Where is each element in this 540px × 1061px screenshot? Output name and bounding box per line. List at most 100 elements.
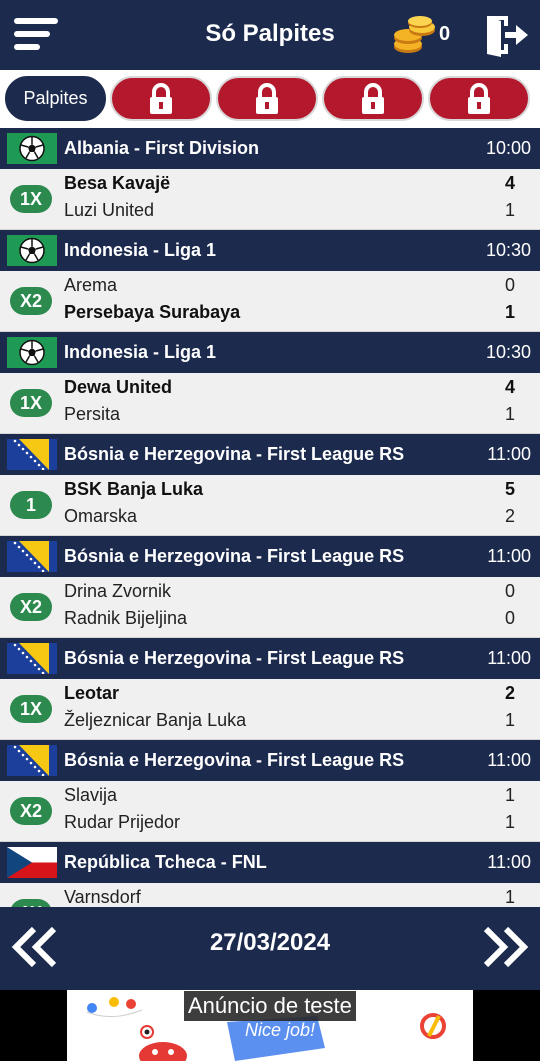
- match-time: 11:00: [487, 648, 531, 668]
- away-score: 1: [504, 302, 515, 322]
- home-score: 1: [504, 887, 515, 907]
- league-name: Indonesia - Liga 1: [64, 342, 217, 362]
- league-name: Indonesia - Liga 1: [64, 240, 217, 260]
- match-row[interactable]: X2 Slavija Rudar Prijedor 1 1: [0, 781, 540, 842]
- home-score: 4: [504, 377, 515, 397]
- home-score: 0: [504, 581, 515, 601]
- exit-door-icon[interactable]: [484, 13, 530, 57]
- bosnia-flag-icon: [7, 643, 57, 674]
- home-score: 5: [504, 479, 515, 499]
- league-name: Bósnia e Herzegovina - First League RS: [64, 648, 405, 668]
- home-score: 4: [504, 173, 515, 193]
- home-score: 1: [504, 785, 515, 805]
- away-team: Persebaya Surabaya: [64, 302, 241, 322]
- coin-stack-icon: [394, 16, 435, 53]
- away-score: 1: [504, 812, 515, 832]
- lock-icon: [362, 82, 384, 114]
- coin-count: 0: [439, 23, 451, 45]
- home-team: Varnsdorf: [64, 887, 141, 907]
- home-team: Drina Zvornik: [64, 581, 172, 601]
- prediction-badge: 1X: [10, 185, 52, 213]
- match-row[interactable]: 1X Dewa United Persita 4 1: [0, 373, 540, 434]
- away-team: Radnik Bijeljina: [64, 608, 188, 628]
- ad-test-label: Anúncio de teste: [184, 991, 356, 1021]
- soccer-ball-icon: [7, 133, 57, 164]
- home-score: 0: [504, 275, 515, 295]
- league-name: Bósnia e Herzegovina - First League RS: [64, 546, 405, 566]
- away-team: Rudar Prijedor: [64, 812, 181, 832]
- league-header: Bósnia e Herzegovina - First League RS 1…: [0, 740, 540, 781]
- tab-locked-2[interactable]: [216, 76, 318, 121]
- prediction-badge: X2: [10, 593, 52, 621]
- league-header: Bósnia e Herzegovina - First League RS 1…: [0, 638, 540, 679]
- league-name: Albania - First Division: [64, 138, 260, 158]
- app-title: Só Palpites: [205, 20, 335, 47]
- tab-palpites[interactable]: Palpites: [5, 76, 106, 121]
- league-header: República Tcheca - FNL 11:00: [0, 842, 540, 883]
- bosnia-flag-icon: [7, 439, 57, 470]
- home-team: Slavija: [64, 785, 118, 805]
- current-date: 27/03/2024: [209, 929, 331, 956]
- prediction-badge: 1: [10, 491, 52, 519]
- bosnia-flag-icon: [7, 541, 57, 572]
- match-time: 10:30: [485, 342, 531, 362]
- top-app-bar: Só Palpites 0: [0, 0, 540, 70]
- away-score: 1: [504, 710, 515, 730]
- away-score: 2: [504, 506, 515, 526]
- league-name: Bósnia e Herzegovina - First League RS: [64, 750, 405, 770]
- home-team: Dewa United: [64, 377, 173, 397]
- czech-flag-icon: [7, 847, 57, 878]
- away-team: Luzi United: [64, 200, 155, 220]
- prediction-badge: 1X: [10, 389, 52, 417]
- match-row[interactable]: X2 Arema Persebaya Surabaya 0 1: [0, 271, 540, 332]
- match-row[interactable]: 1X Varnsdorf 1: [0, 883, 540, 907]
- date-navigation: 27/03/2024: [0, 907, 540, 990]
- match-row[interactable]: 1X Leotar Željeznicar Banja Luka 2 1: [0, 679, 540, 740]
- bosnia-flag-icon: [7, 745, 57, 776]
- prediction-badge: 1X: [10, 899, 52, 907]
- ad-text: Nice job!: [245, 1020, 316, 1040]
- lock-icon: [468, 82, 490, 114]
- prediction-badge: X2: [10, 287, 52, 315]
- league-name: Bósnia e Herzegovina - First League RS: [64, 444, 405, 464]
- league-header: Albania - First Division 10:00: [0, 128, 540, 169]
- prediction-badge: X2: [10, 797, 52, 825]
- away-team: Persita: [64, 404, 121, 424]
- away-score: 0: [504, 608, 515, 628]
- away-score: 1: [504, 200, 515, 220]
- home-team: Besa Kavajë: [64, 173, 171, 193]
- away-score: 1: [504, 404, 515, 424]
- away-team: Omarska: [64, 506, 138, 526]
- match-row[interactable]: X2 Drina Zvornik Radnik Bijeljina 0 0: [0, 577, 540, 638]
- ad-container: Nice job! Anúncio de teste: [0, 990, 540, 1061]
- away-team: Željeznicar Banja Luka: [64, 710, 247, 730]
- home-team: Arema: [64, 275, 118, 295]
- match-time: 11:00: [487, 546, 531, 566]
- league-header: Bósnia e Herzegovina - First League RS 1…: [0, 536, 540, 577]
- match-list[interactable]: Albania - First Division 10:00 1X Besa K…: [0, 128, 540, 907]
- match-time: 10:00: [485, 138, 531, 158]
- soccer-ball-icon: [7, 235, 57, 266]
- tab-bar: Palpites: [0, 70, 540, 128]
- soccer-ball-icon: [7, 337, 57, 368]
- home-team: Leotar: [64, 683, 120, 703]
- league-header: Bósnia e Herzegovina - First League RS 1…: [0, 434, 540, 475]
- ad-banner[interactable]: Nice job! Anúncio de teste: [67, 990, 473, 1061]
- match-row[interactable]: 1 BSK Banja Luka Omarska 5 2: [0, 475, 540, 536]
- double-chevron-right-icon[interactable]: [480, 925, 530, 969]
- league-name: República Tcheca - FNL: [64, 852, 267, 872]
- match-row[interactable]: 1X Besa Kavajë Luzi United 4 1: [0, 169, 540, 230]
- tab-locked-3[interactable]: [322, 76, 424, 121]
- home-team: BSK Banja Luka: [64, 479, 204, 499]
- tab-locked-4[interactable]: [428, 76, 530, 121]
- home-score: 2: [504, 683, 515, 703]
- match-time: 11:00: [487, 852, 531, 872]
- league-header: Indonesia - Liga 1 10:30: [0, 230, 540, 271]
- match-time: 10:30: [485, 240, 531, 260]
- prediction-badge: 1X: [10, 695, 52, 723]
- tab-locked-1[interactable]: [110, 76, 212, 121]
- lock-icon: [256, 82, 278, 114]
- lock-icon: [150, 82, 172, 114]
- tab-palpites-label: Palpites: [23, 88, 88, 108]
- match-time: 11:00: [487, 444, 531, 464]
